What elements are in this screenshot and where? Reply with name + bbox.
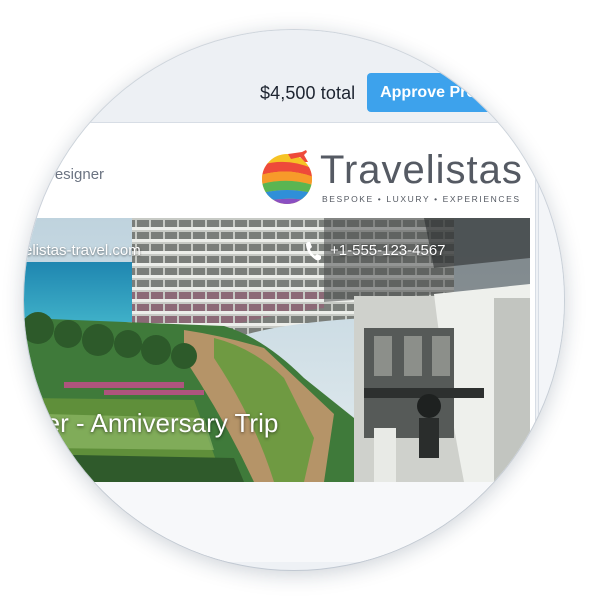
designer-title: ce Designer <box>24 166 105 183</box>
phone-number[interactable]: +1-555-123-4567 <box>330 242 446 259</box>
proposal-total: $4,500 total <box>260 83 356 103</box>
designer-company: vel <box>24 185 44 202</box>
travelistas-logo: Travelistas BESPOKE • LUXURY • EXPERIENC… <box>258 142 522 216</box>
brand-name: Travelistas <box>320 148 523 192</box>
trip-title: ofer - Anniversary Trip <box>24 408 279 438</box>
phone-icon <box>306 242 321 261</box>
card-bottom-area <box>24 482 530 562</box>
approve-proposal-button[interactable]: Approve Proposal <box>367 73 531 112</box>
globe-airplane-icon <box>262 150 312 204</box>
website-link[interactable]: elistas-travel.com <box>24 242 141 259</box>
brand-tagline: BESPOKE • LUXURY • EXPERIENCES <box>322 194 521 204</box>
page-edge-panel <box>538 70 564 570</box>
zoom-circle-frame: $4,500 total Approve Proposal ce Designe… <box>24 30 564 570</box>
